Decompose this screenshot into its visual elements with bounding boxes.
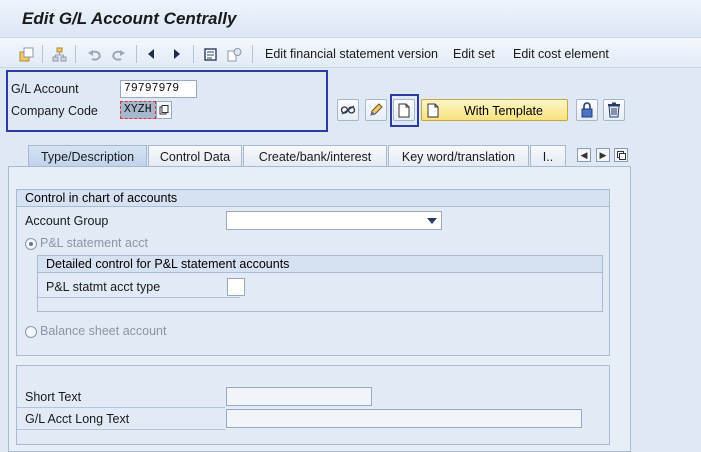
toolbar-separator <box>136 45 137 63</box>
create-button[interactable] <box>393 99 415 121</box>
document-icon <box>398 103 410 117</box>
block-button[interactable] <box>576 99 598 121</box>
toolbar-separator <box>42 45 43 63</box>
delete-button[interactable] <box>603 99 625 121</box>
other-account-icon[interactable] <box>18 46 34 62</box>
tab-create-bank-interest[interactable]: Create/bank/interest <box>243 145 387 167</box>
with-template-label: With Template <box>464 104 543 118</box>
toolbar-separator <box>193 45 194 63</box>
control-group-title: Control in chart of accounts <box>17 190 609 207</box>
print-icon[interactable] <box>202 46 218 62</box>
company-code-search-help-icon[interactable] <box>156 101 172 119</box>
pencil-icon <box>370 103 383 116</box>
pl-type-field[interactable] <box>227 278 245 296</box>
account-group-dropdown[interactable] <box>226 211 442 230</box>
detail-group-title: Detailed control for P&L statement accou… <box>38 256 602 273</box>
long-text-field[interactable] <box>226 409 582 428</box>
display-change-button[interactable] <box>337 99 359 121</box>
tab-type-description[interactable]: Type/Description <box>28 145 147 167</box>
previous-icon[interactable] <box>143 46 159 62</box>
company-code-label: Company Code <box>11 104 98 118</box>
change-button[interactable] <box>365 99 387 121</box>
long-text-label: G/L Acct Long Text <box>25 412 130 426</box>
tab-list-icon[interactable] <box>614 148 628 162</box>
redo-icon[interactable] <box>110 46 126 62</box>
page-title: Edit G/L Account Centrally <box>22 9 237 28</box>
company-code-field[interactable]: XYZH <box>120 101 156 119</box>
lock-icon <box>581 102 593 118</box>
tab-scroll-right-icon[interactable]: ▶ <box>596 148 610 162</box>
edit-cost-element-link[interactable]: Edit cost element <box>513 47 609 61</box>
pl-type-label: P&L statmt acct type <box>46 280 161 294</box>
document-icon <box>427 103 439 118</box>
gl-account-label: G/L Account <box>11 82 79 96</box>
toolbar-separator <box>75 45 76 63</box>
gl-account-field[interactable]: 79797979 <box>120 80 197 98</box>
tab-more[interactable]: I.. <box>530 145 566 167</box>
tab-control-data[interactable]: Control Data <box>148 145 242 167</box>
copy-icon[interactable] <box>226 46 242 62</box>
edit-set-link[interactable]: Edit set <box>453 47 495 61</box>
edit-financial-statement-version-link[interactable]: Edit financial statement version <box>265 47 438 61</box>
tab-key-word-translation[interactable]: Key word/translation <box>388 145 529 167</box>
chevron-down-icon <box>427 218 437 224</box>
hierarchy-icon[interactable] <box>51 46 67 62</box>
glasses-icon <box>340 105 356 115</box>
pl-statement-radio[interactable] <box>25 238 37 250</box>
toolbar-separator <box>252 45 253 63</box>
balance-sheet-label: Balance sheet account <box>40 324 167 338</box>
account-group-label: Account Group <box>25 214 109 228</box>
with-template-button[interactable]: With Template <box>421 99 568 121</box>
next-icon[interactable] <box>169 46 185 62</box>
trash-icon <box>608 102 620 118</box>
title-bar: Edit G/L Account Centrally <box>0 0 701 36</box>
balance-sheet-radio[interactable] <box>25 326 37 338</box>
radio-dot <box>29 242 33 246</box>
short-text-field[interactable] <box>226 387 372 406</box>
pl-statement-label: P&L statement acct <box>40 236 148 250</box>
undo-icon[interactable] <box>86 46 102 62</box>
tab-scroll-left-icon[interactable]: ◀ <box>577 148 591 162</box>
short-text-label: Short Text <box>25 390 82 404</box>
application-toolbar: Edit financial statement version Edit se… <box>0 37 701 68</box>
